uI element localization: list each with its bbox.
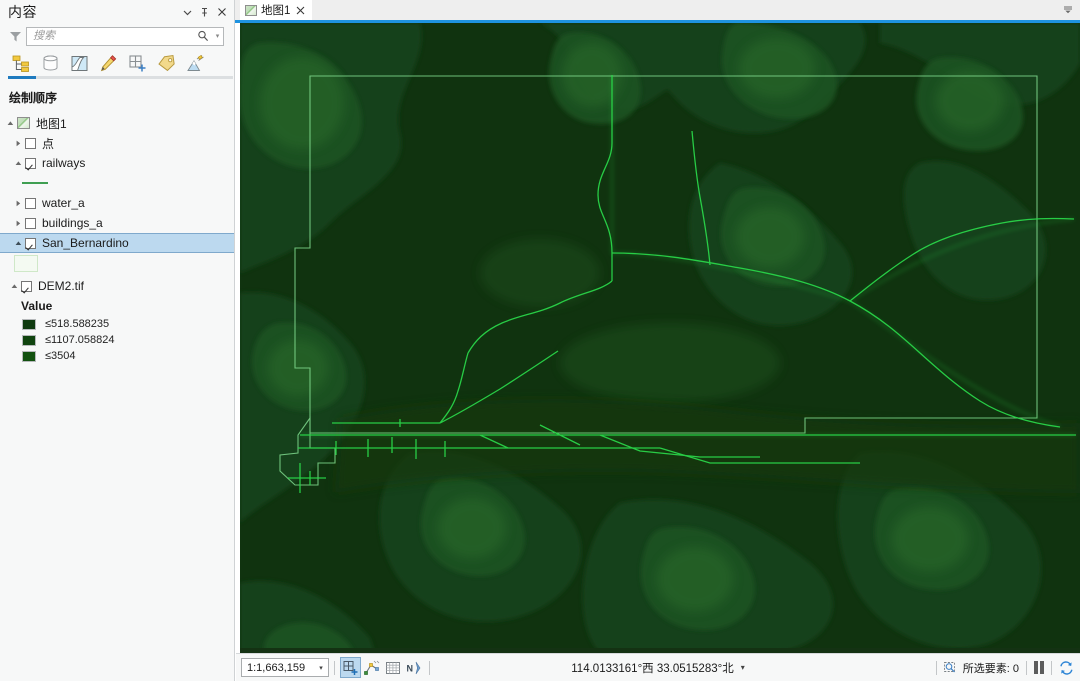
layer-label: buildings_a: [42, 216, 103, 230]
north-arrow-button[interactable]: N: [403, 657, 424, 678]
layer-tree: 地图1 点 railways water_a buildings_a San_B…: [0, 112, 234, 364]
layer-visibility-checkbox[interactable]: [25, 217, 36, 229]
divider: [334, 660, 335, 675]
layer-label: DEM2.tif: [38, 279, 85, 293]
tab-label: 地图1: [261, 5, 291, 17]
layer-item-water-a[interactable]: water_a: [0, 193, 234, 213]
draw-order-heading: 绘制顺序: [9, 91, 58, 105]
divider: [935, 660, 937, 675]
filter-icon[interactable]: [4, 30, 26, 43]
selected-features-count: 所选要素: 0: [962, 662, 1019, 675]
chevron-down-icon[interactable]: ▾: [741, 663, 745, 672]
legend-label: ≤518.588235: [45, 318, 110, 330]
legend-label: ≤1107.058824: [45, 334, 115, 346]
divider: [429, 660, 430, 675]
expander-icon[interactable]: [12, 160, 25, 167]
grid-button[interactable]: [382, 657, 403, 678]
expander-icon[interactable]: [8, 283, 21, 290]
svg-text:N: N: [406, 663, 413, 673]
pane-menu-button[interactable]: [179, 4, 196, 21]
layer-visibility-checkbox[interactable]: [25, 197, 36, 209]
view-tab-bar: 地图1: [235, 0, 1080, 22]
map-thumbnail-icon: [245, 4, 257, 16]
list-by-elevation-button[interactable]: [182, 50, 208, 76]
legend-label: ≤3504: [45, 350, 76, 362]
search-icon[interactable]: [194, 30, 212, 42]
layer-item-san-bernardino[interactable]: San_Bernardino: [0, 233, 234, 253]
legend-color-swatch: [22, 350, 36, 362]
select-features-icon[interactable]: [943, 661, 959, 675]
status-bar: 1:1,663,159 ▾ N 114.0133161°西 33.0515283…: [236, 653, 1080, 681]
expander-icon[interactable]: [12, 140, 25, 147]
list-by-snapping-button[interactable]: [124, 50, 150, 76]
expander-icon[interactable]: [12, 200, 25, 207]
expander-icon[interactable]: [12, 240, 25, 247]
scale-combobox[interactable]: 1:1,663,159 ▾: [241, 658, 329, 677]
symbol-row-railways: [0, 173, 234, 193]
layer-visibility-checkbox[interactable]: [25, 157, 36, 169]
list-by-draw-order-button[interactable]: [8, 50, 34, 76]
layer-visibility-checkbox[interactable]: [25, 137, 36, 149]
chevron-down-icon[interactable]: ▾: [314, 664, 328, 672]
map-view[interactable]: [240, 23, 1080, 653]
layer-label: San_Bernardino: [42, 236, 129, 250]
tree-item-map[interactable]: 地图1: [0, 113, 234, 133]
list-by-editing-button[interactable]: [95, 50, 121, 76]
chevron-down-icon[interactable]: [1061, 3, 1074, 16]
map-canvas[interactable]: [240, 23, 1080, 653]
page-title: 内容: [8, 4, 37, 20]
expander-icon[interactable]: [12, 220, 25, 227]
layer-item-buildings-a[interactable]: buildings_a: [0, 213, 234, 233]
list-by-selection-button[interactable]: [66, 50, 92, 76]
refresh-icon[interactable]: [1059, 660, 1076, 675]
symbol-row-san-bernardino: [0, 253, 234, 273]
divider: [1051, 660, 1052, 675]
add-data-button[interactable]: [340, 657, 361, 678]
pane-close-button[interactable]: [213, 4, 230, 21]
contents-pane-header: 内容: [0, 0, 234, 24]
divider: [1026, 660, 1027, 675]
expander-icon[interactable]: [4, 120, 17, 127]
contents-pane: 内容 ▾: [0, 0, 235, 681]
polygon-symbol-swatch: [14, 254, 38, 272]
raster-value-heading: Value: [21, 299, 53, 313]
coordinate-text: 114.0133161°西 33.0515283°北: [571, 662, 734, 675]
contents-toolbar: [0, 48, 234, 78]
close-icon[interactable]: [294, 4, 307, 17]
search-dropdown-icon[interactable]: ▾: [212, 32, 223, 40]
layer-item-dem2[interactable]: DEM2.tif: [0, 276, 234, 296]
pause-drawing-icon[interactable]: [1034, 661, 1044, 674]
map-thumbnail-icon: [17, 117, 30, 129]
scale-value: 1:1,663,159: [247, 661, 306, 674]
list-by-data-source-button[interactable]: [37, 50, 63, 76]
legend-row: ≤518.588235: [0, 316, 234, 332]
pane-pin-button[interactable]: [196, 4, 213, 21]
layer-visibility-checkbox[interactable]: [25, 237, 36, 249]
snapping-button[interactable]: [361, 657, 382, 678]
legend-row: ≤1107.058824: [0, 332, 234, 348]
layer-visibility-checkbox[interactable]: [21, 280, 32, 292]
list-by-labeling-button[interactable]: [153, 50, 179, 76]
dem-raster-layer: [240, 23, 1080, 653]
layer-item-dian[interactable]: 点: [0, 133, 234, 153]
layer-item-railways[interactable]: railways: [0, 153, 234, 173]
line-symbol-swatch: [22, 182, 48, 184]
layer-label: water_a: [42, 196, 85, 210]
layer-label: railways: [42, 156, 86, 170]
layer-label: 点: [42, 136, 55, 151]
search-input[interactable]: [27, 27, 194, 45]
tree-item-label: 地图1: [36, 116, 67, 131]
search-box[interactable]: ▾: [26, 26, 224, 46]
toolbar-tab-underline: [8, 76, 233, 79]
legend-color-swatch: [22, 318, 36, 330]
status-bar-right-group: 所选要素: 0: [931, 660, 1076, 676]
search-row: ▾: [0, 24, 234, 48]
legend-color-swatch: [22, 334, 36, 346]
tab-map1[interactable]: 地图1: [240, 0, 313, 20]
legend-row: ≤3504: [0, 348, 234, 364]
